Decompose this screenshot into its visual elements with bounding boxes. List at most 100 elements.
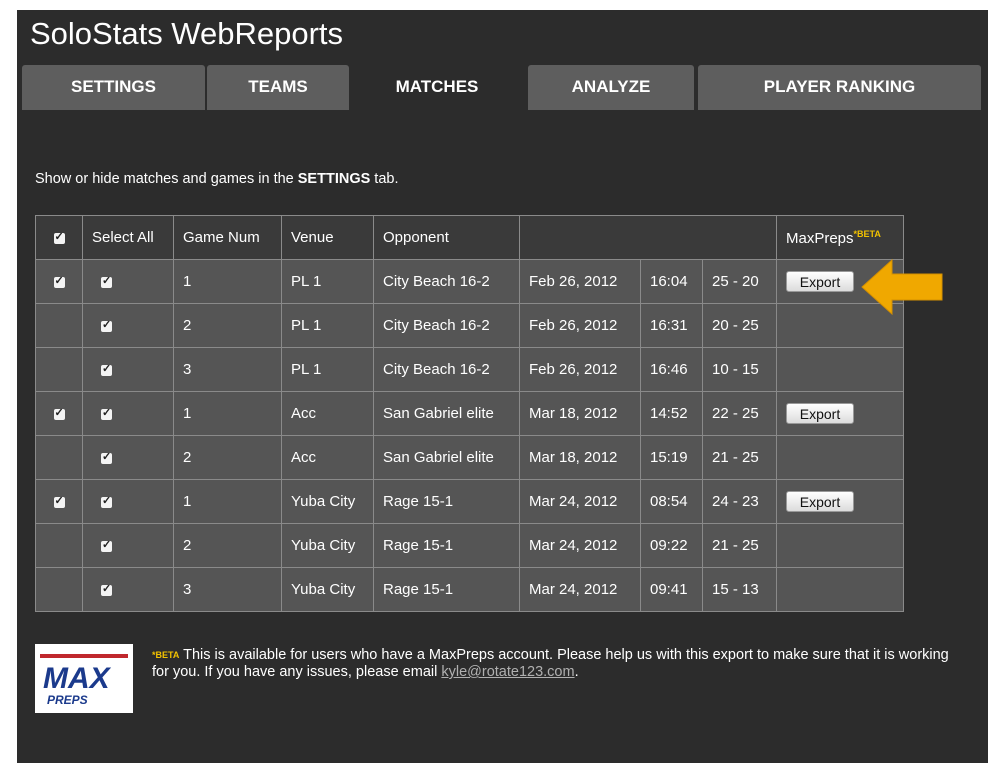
game-num-cell: 2 bbox=[173, 523, 282, 568]
score-cell: 21 - 25 bbox=[702, 523, 777, 568]
date-text: Feb 26, 2012 bbox=[529, 317, 618, 334]
game-checkbox[interactable] bbox=[101, 582, 112, 596]
game-num-text: 3 bbox=[183, 581, 192, 598]
game-checkbox-cell bbox=[82, 479, 174, 524]
match-checkbox-cell bbox=[35, 479, 83, 524]
note-beta-badge: *BETA bbox=[152, 650, 180, 660]
export-button[interactable]: Export bbox=[786, 271, 854, 292]
score-text: 24 - 23 bbox=[712, 493, 759, 510]
table-row: 1 Acc San Gabriel elite Mar 18, 2012 14:52 22… bbox=[35, 391, 904, 436]
match-checkbox-cell bbox=[35, 435, 83, 480]
date-text: Mar 18, 2012 bbox=[529, 405, 618, 422]
export-cell bbox=[776, 347, 904, 392]
score-cell: 22 - 25 bbox=[702, 391, 777, 436]
date-text: Feb 26, 2012 bbox=[529, 273, 618, 290]
game-num-text: 3 bbox=[183, 361, 192, 378]
header-match-checkbox-cell bbox=[35, 215, 83, 260]
tab-player-ranking[interactable]: PLAYER RANKING bbox=[698, 65, 981, 110]
venue-text: PL 1 bbox=[291, 317, 322, 334]
header-maxpreps: MaxPreps*BETA bbox=[776, 215, 904, 260]
export-cell bbox=[776, 567, 904, 612]
match-checkbox-cell bbox=[35, 347, 83, 392]
date-text: Mar 24, 2012 bbox=[529, 537, 618, 554]
export-cell: Export bbox=[776, 391, 904, 436]
time-cell: 16:31 bbox=[640, 303, 703, 348]
tab-teams[interactable]: TEAMS bbox=[207, 65, 349, 110]
match-checkbox[interactable] bbox=[53, 406, 65, 420]
date-cell: Mar 24, 2012 bbox=[519, 479, 641, 524]
hint-bold: SETTINGS bbox=[297, 171, 371, 187]
opponent-cell: City Beach 16-2 bbox=[373, 259, 520, 304]
game-checkbox[interactable] bbox=[101, 494, 112, 508]
game-checkbox-cell bbox=[82, 391, 174, 436]
time-text: 15:19 bbox=[650, 449, 688, 466]
tab-analyze[interactable]: ANALYZE bbox=[528, 65, 694, 110]
game-num-cell: 2 bbox=[173, 435, 282, 480]
time-text: 09:41 bbox=[650, 581, 688, 598]
score-text: 25 - 20 bbox=[712, 273, 759, 290]
export-button[interactable]: Export bbox=[786, 491, 854, 512]
time-cell: 15:19 bbox=[640, 435, 703, 480]
table-header-row: Select All Game Num Venue Opponent MaxPr… bbox=[35, 215, 904, 260]
match-checkbox[interactable] bbox=[53, 494, 65, 508]
venue-cell: PL 1 bbox=[281, 347, 374, 392]
game-checkbox[interactable] bbox=[101, 274, 112, 288]
score-cell: 21 - 25 bbox=[702, 435, 777, 480]
opponent-cell: Rage 15-1 bbox=[373, 523, 520, 568]
match-checkbox-cell bbox=[35, 523, 83, 568]
opponent-text: Rage 15-1 bbox=[383, 581, 454, 598]
game-checkbox[interactable] bbox=[101, 406, 112, 420]
opponent-text: Rage 15-1 bbox=[383, 493, 454, 510]
app-title: SoloStats WebReports bbox=[30, 16, 344, 51]
opponent-cell: City Beach 16-2 bbox=[373, 303, 520, 348]
logo-preps-text: PREPS bbox=[47, 693, 88, 707]
email-link[interactable]: kyle@rotate123.com bbox=[441, 664, 574, 680]
tab-matches[interactable]: MATCHES bbox=[351, 65, 523, 113]
header-blank bbox=[519, 215, 777, 260]
export-button[interactable]: Export bbox=[786, 403, 854, 424]
score-cell: 25 - 20 bbox=[702, 259, 777, 304]
game-checkbox[interactable] bbox=[101, 318, 112, 332]
match-checkbox-cell bbox=[35, 303, 83, 348]
date-cell: Feb 26, 2012 bbox=[519, 259, 641, 304]
time-cell: 09:22 bbox=[640, 523, 703, 568]
date-text: Mar 24, 2012 bbox=[529, 581, 618, 598]
game-num-cell: 1 bbox=[173, 391, 282, 436]
time-text: 16:04 bbox=[650, 273, 688, 290]
game-checkbox[interactable] bbox=[101, 538, 112, 552]
score-text: 20 - 25 bbox=[712, 317, 759, 334]
export-cell: Export bbox=[776, 479, 904, 524]
game-num-text: 2 bbox=[183, 317, 192, 334]
opponent-text: City Beach 16-2 bbox=[383, 361, 490, 378]
opponent-text: Rage 15-1 bbox=[383, 537, 454, 554]
date-text: Mar 18, 2012 bbox=[529, 449, 618, 466]
export-cell bbox=[776, 435, 904, 480]
game-checkbox-cell bbox=[82, 303, 174, 348]
venue-text: Yuba City bbox=[291, 493, 356, 510]
checkbox-icon[interactable] bbox=[53, 230, 65, 244]
time-text: 16:31 bbox=[650, 317, 688, 334]
score-text: 21 - 25 bbox=[712, 537, 759, 554]
export-cell bbox=[776, 523, 904, 568]
table-row: 2 PL 1 City Beach 16-2 Feb 26, 2012 16:31 20 … bbox=[35, 303, 904, 348]
header-venue: Venue bbox=[281, 215, 374, 260]
tab-settings[interactable]: SETTINGS bbox=[22, 65, 205, 110]
table-row: 3 Yuba City Rage 15-1 Mar 24, 2012 09:41 15 -… bbox=[35, 567, 904, 612]
opponent-text: San Gabriel elite bbox=[383, 449, 494, 466]
venue-cell: Yuba City bbox=[281, 523, 374, 568]
logo-max-text: MAX bbox=[43, 662, 112, 695]
game-checkbox[interactable] bbox=[101, 362, 112, 376]
game-checkbox[interactable] bbox=[101, 450, 112, 464]
score-cell: 20 - 25 bbox=[702, 303, 777, 348]
score-text: 15 - 13 bbox=[712, 581, 759, 598]
score-cell: 15 - 13 bbox=[702, 567, 777, 612]
date-cell: Mar 24, 2012 bbox=[519, 567, 641, 612]
venue-cell: Yuba City bbox=[281, 479, 374, 524]
date-text: Mar 24, 2012 bbox=[529, 493, 618, 510]
header-select-all[interactable]: Select All bbox=[82, 215, 174, 260]
venue-text: PL 1 bbox=[291, 273, 322, 290]
score-text: 10 - 15 bbox=[712, 361, 759, 378]
note-end: . bbox=[574, 664, 579, 680]
date-cell: Mar 18, 2012 bbox=[519, 391, 641, 436]
match-checkbox[interactable] bbox=[53, 274, 65, 288]
